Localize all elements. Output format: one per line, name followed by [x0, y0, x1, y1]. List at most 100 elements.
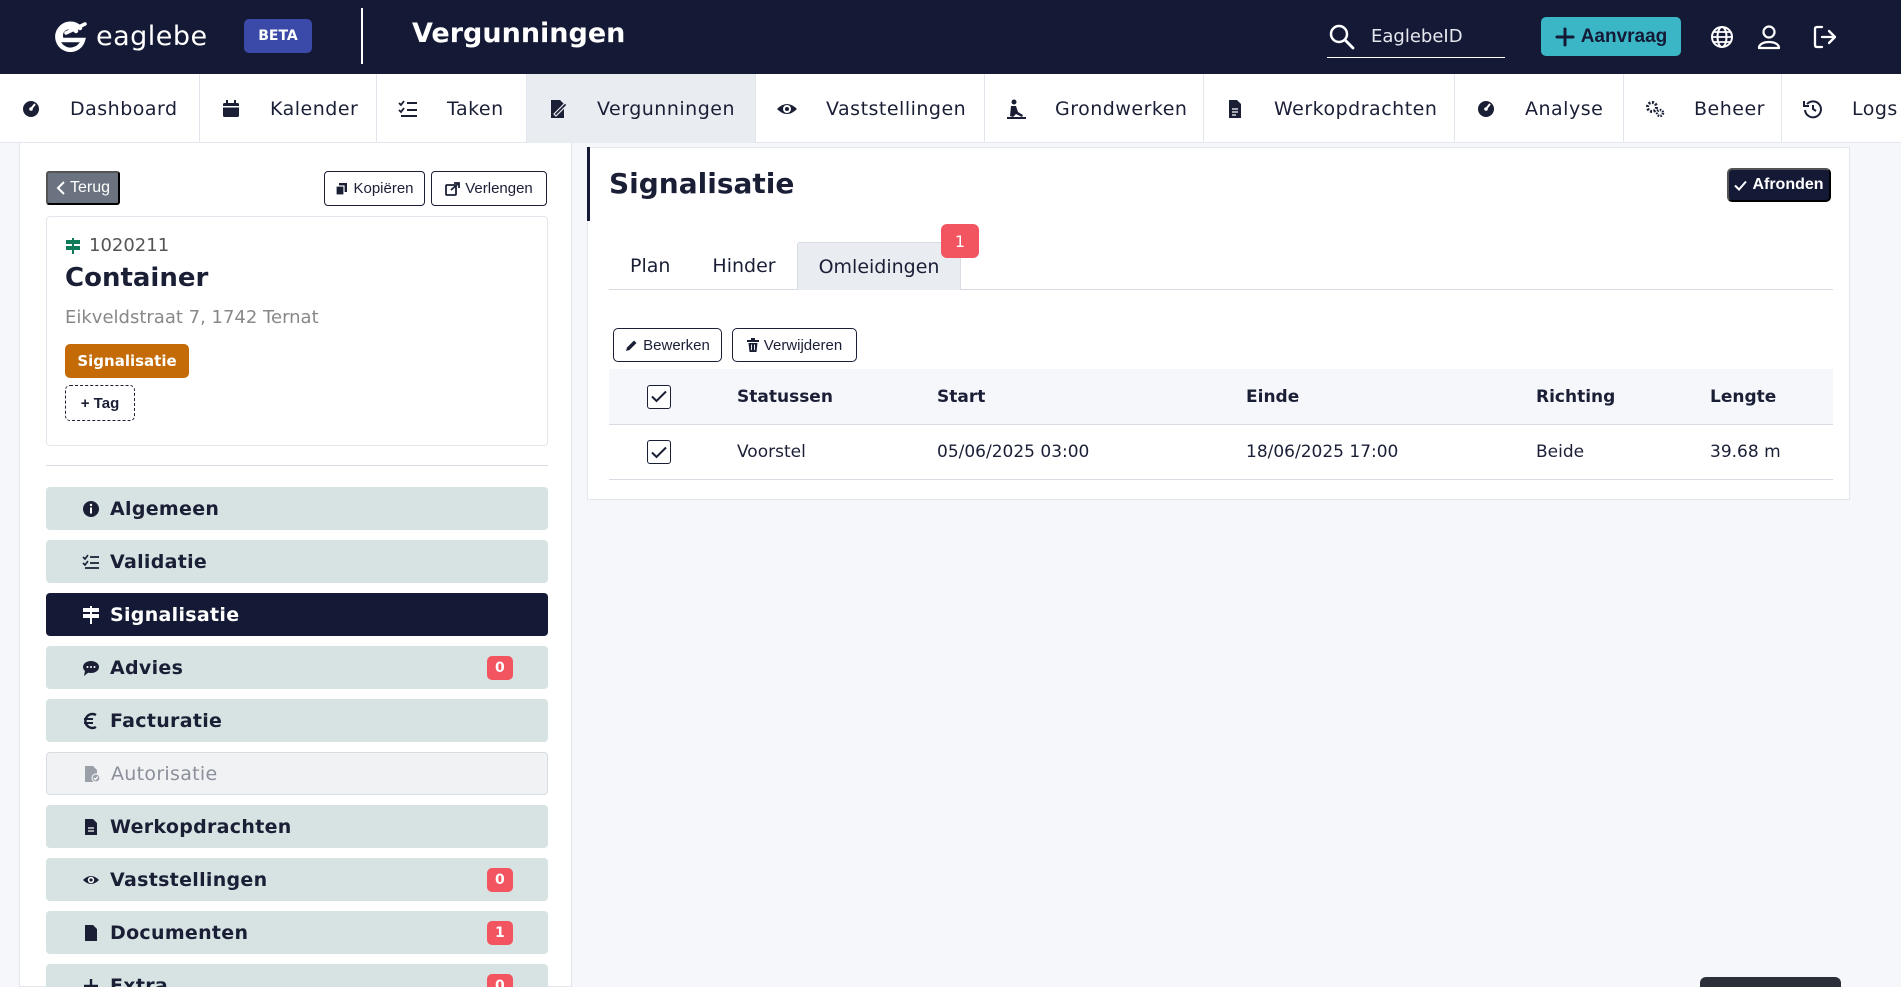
aanvraag-label: Aanvraag — [1580, 25, 1668, 47]
check-icon — [1734, 180, 1748, 191]
nav-label: Logs — [1852, 97, 1898, 120]
menu-item-facturatie[interactable]: Facturatie — [46, 699, 548, 742]
nav-label: Dashboard — [70, 97, 178, 120]
nav-dashboard[interactable]: Dashboard — [0, 74, 200, 143]
tab-plan[interactable]: Plan — [609, 242, 691, 290]
nav-label: Vergunningen — [597, 97, 735, 120]
column-header-statussen[interactable]: Statussen — [737, 369, 833, 424]
check-icon — [651, 390, 667, 403]
signpost-icon — [83, 605, 99, 624]
file-icon — [85, 924, 97, 941]
floating-button[interactable] — [1700, 977, 1841, 987]
table-row[interactable]: Voorstel 05/06/2025 03:00 18/06/2025 17:… — [609, 425, 1833, 480]
menu-item-extra[interactable]: Extra 0 — [46, 964, 548, 987]
menu-label: Validatie — [110, 550, 208, 573]
euro-icon — [84, 712, 97, 729]
finish-label: Afronden — [1752, 176, 1824, 193]
cell-status: Voorstel — [737, 442, 806, 462]
detail-sidebar: Terug Kopiëren Verlengen 1020211 Contain… — [19, 143, 572, 987]
back-button[interactable]: Terug — [46, 171, 120, 205]
extend-label: Verlengen — [465, 180, 533, 197]
nav-taken[interactable]: Taken — [377, 74, 527, 143]
row-checkbox[interactable] — [647, 440, 671, 464]
menu-item-validatie[interactable]: Validatie — [46, 540, 548, 583]
row-select-cell — [647, 425, 671, 479]
logout-icon[interactable] — [1810, 22, 1840, 52]
globe-icon[interactable] — [1707, 22, 1737, 52]
advies-count-badge: 0 — [487, 656, 513, 680]
menu-label: Werkopdrachten — [110, 815, 292, 838]
user-icon[interactable] — [1754, 22, 1784, 52]
nav-logs[interactable]: Logs — [1782, 74, 1901, 143]
tab-omleidingen[interactable]: Omleidingen — [796, 242, 962, 290]
nav-analyse[interactable]: Analyse — [1455, 74, 1624, 143]
record-id-text: 1020211 — [89, 235, 170, 256]
permit-icon — [551, 99, 568, 118]
menu-label: Facturatie — [110, 709, 223, 732]
file-check-icon — [85, 765, 101, 783]
edit-label: Bewerken — [643, 336, 710, 354]
extra-count-badge: 0 — [487, 974, 513, 987]
nav-label: Beheer — [1694, 97, 1765, 120]
tab-hinder[interactable]: Hinder — [691, 242, 796, 290]
signpost-icon — [66, 237, 80, 254]
cell-length: 39.68 m — [1710, 442, 1781, 462]
comments-icon — [83, 660, 99, 676]
nav-label: Grondwerken — [1055, 97, 1188, 120]
gears-icon — [1646, 100, 1665, 117]
eye-icon — [777, 103, 797, 114]
search-box — [1327, 16, 1505, 58]
panel-accent — [587, 147, 590, 221]
edit-button[interactable]: Bewerken — [613, 328, 722, 362]
nav-kalender[interactable]: Kalender — [200, 74, 377, 143]
menu-label: Extra — [110, 974, 169, 987]
nav-label: Vaststellingen — [826, 97, 967, 120]
menu-item-advies[interactable]: Advies 0 — [46, 646, 548, 689]
nav-werkopdrachten[interactable]: Werkopdrachten — [1204, 74, 1455, 143]
menu-item-algemeen[interactable]: Algemeen — [46, 487, 548, 530]
finish-button[interactable]: Afronden — [1727, 168, 1831, 202]
chevron-left-icon — [56, 181, 65, 195]
nav-grondwerken[interactable]: Grondwerken — [985, 74, 1204, 143]
extend-button[interactable]: Verlengen — [431, 171, 547, 206]
search-input[interactable] — [1371, 26, 1491, 47]
copy-label: Kopiëren — [353, 180, 414, 197]
nav-beheer[interactable]: Beheer — [1624, 74, 1782, 143]
tasks-icon — [398, 99, 417, 117]
delete-button[interactable]: Verwijderen — [732, 328, 857, 362]
copy-button[interactable]: Kopiëren — [324, 171, 425, 206]
record-title: Container — [65, 263, 209, 293]
menu-item-vaststellingen[interactable]: Vaststellingen 0 — [46, 858, 548, 901]
column-header-start[interactable]: Start — [937, 369, 985, 424]
menu-item-signalisatie[interactable]: Signalisatie — [46, 593, 548, 636]
nav-vergunningen[interactable]: Vergunningen — [527, 74, 756, 143]
module-title: Vergunningen — [412, 18, 626, 49]
menu-item-documenten[interactable]: Documenten 1 — [46, 911, 548, 954]
logo[interactable]: eaglebe — [52, 20, 208, 52]
column-header-richting[interactable]: Richting — [1536, 369, 1615, 424]
column-header-einde[interactable]: Einde — [1246, 369, 1299, 424]
header-divider — [361, 8, 363, 64]
aanvraag-button[interactable]: Aanvraag — [1541, 17, 1681, 56]
beta-badge: BETA — [244, 19, 312, 53]
nav-label: Analyse — [1525, 97, 1604, 120]
omleidingen-table: Statussen Start Einde Richting Lengte Vo… — [609, 369, 1833, 480]
record-id: 1020211 — [65, 235, 169, 256]
eaglebe-logo-icon — [55, 21, 87, 52]
nav-vaststellingen[interactable]: Vaststellingen — [756, 74, 985, 143]
column-header-lengte[interactable]: Lengte — [1710, 369, 1776, 424]
tag-badge[interactable]: Signalisatie — [65, 344, 189, 378]
select-all-cell — [647, 369, 671, 424]
cell-direction: Beide — [1536, 442, 1585, 462]
delete-label: Verwijderen — [763, 336, 843, 354]
menu-item-werkopdrachten[interactable]: Werkopdrachten — [46, 805, 548, 848]
select-all-checkbox[interactable] — [647, 384, 671, 409]
divider — [46, 465, 548, 466]
nav-label: Taken — [447, 97, 504, 120]
search-icon — [1329, 24, 1355, 49]
menu-item-autorisatie[interactable]: Autorisatie — [46, 752, 548, 795]
history-icon — [1803, 99, 1822, 118]
share-icon — [445, 181, 461, 196]
add-tag-button[interactable]: + Tag — [65, 385, 135, 421]
documenten-count-badge: 1 — [487, 921, 513, 945]
